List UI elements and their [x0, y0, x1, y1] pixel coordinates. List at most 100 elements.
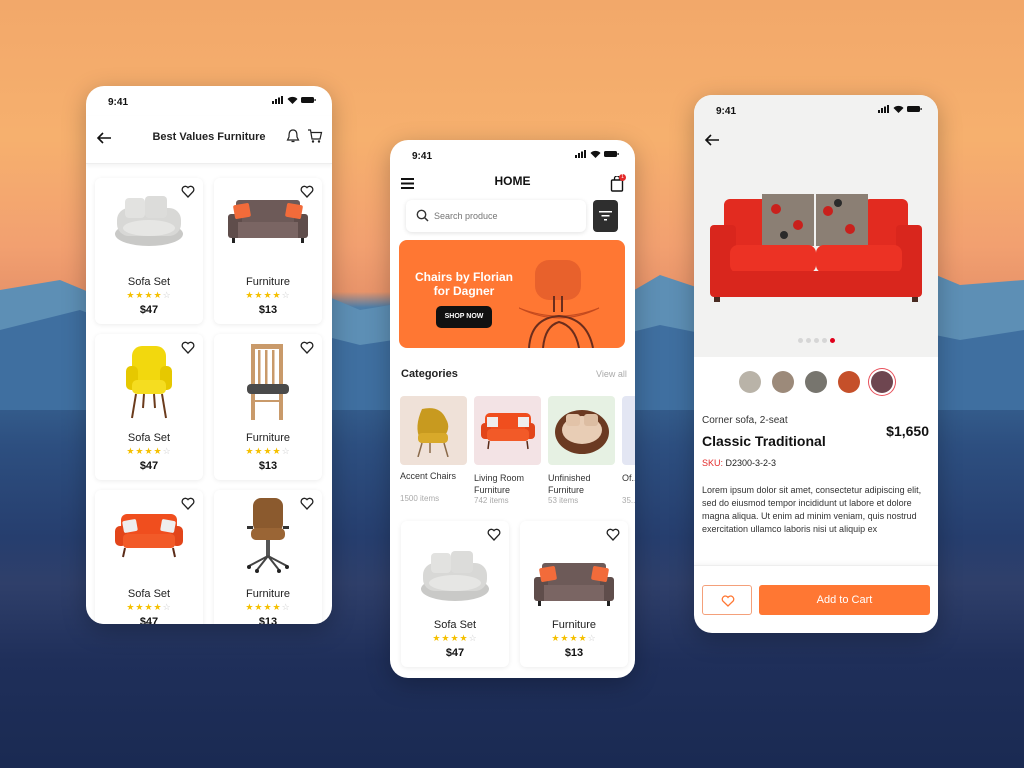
status-icons: [878, 105, 922, 113]
product-price: $13: [258, 616, 278, 624]
wifi-icon: [590, 150, 601, 158]
wifi-icon: [287, 96, 298, 104]
carousel-dot[interactable]: [821, 338, 827, 343]
carousel-dot[interactable]: [797, 338, 803, 343]
star-rating: ★★★★☆: [245, 290, 291, 300]
carousel-dots: [694, 338, 938, 343]
category-item[interactable]: Unfinished Furniture 53 items: [548, 396, 615, 516]
product-name: Sofa Set: [433, 619, 477, 631]
star-rating: ★★★★☆: [551, 633, 597, 643]
product-price: $47: [139, 616, 159, 624]
add-to-cart-button[interactable]: Add to Cart: [759, 585, 930, 615]
shopping-bag-button[interactable]: 1: [610, 174, 626, 192]
phone-screen-product-detail: 9:41 Corner sofa, 2-seat Classic Traditi…: [694, 95, 938, 633]
color-swatch[interactable]: [772, 371, 794, 393]
heart-icon: [721, 595, 735, 607]
phone-screen-product-list: 9:41 Best Values Furniture Sofa Set ★★★★☆…: [86, 86, 332, 624]
battery-icon: [907, 106, 922, 112]
color-swatch[interactable]: [739, 371, 761, 393]
product-price: $1,650: [886, 423, 929, 439]
filter-button[interactable]: [593, 200, 618, 232]
product-name: Furniture: [245, 276, 291, 288]
product-card[interactable]: Sofa Set ★★★★☆ $47: [95, 334, 203, 480]
product-price: $47: [139, 460, 159, 472]
category-thumbnail: [400, 396, 467, 465]
product-name: Sofa Set: [127, 588, 171, 600]
color-swatch[interactable]: [805, 371, 827, 393]
filter-icon: [599, 211, 612, 221]
category-name: Accent Chairs: [400, 471, 457, 481]
sku-label: SKU:: [702, 458, 724, 468]
carousel-dot[interactable]: [805, 338, 811, 343]
star-rating: ★★★★☆: [245, 602, 291, 612]
product-image: [95, 510, 203, 565]
product-name: Sofa Set: [127, 276, 171, 288]
favorite-heart-icon[interactable]: [606, 528, 620, 542]
star-rating: ★★★★☆: [126, 290, 172, 300]
back-arrow-icon[interactable]: [704, 133, 720, 147]
banner-title: Chairs by Florian for Dagner: [414, 270, 514, 298]
carousel-dot[interactable]: [813, 338, 819, 343]
category-item[interactable]: Of... 35...: [622, 396, 635, 516]
cart-icon[interactable]: [307, 128, 323, 144]
product-price: $13: [258, 460, 278, 472]
signal-icon: [575, 150, 586, 158]
product-card[interactable]: Sofa Set ★★★★☆ $47: [95, 178, 203, 324]
product-card[interactable]: Furniture ★★★★☆ $13: [520, 521, 628, 667]
view-all-link[interactable]: View all: [596, 369, 627, 379]
category-thumbnail: [548, 396, 615, 465]
status-time: 9:41: [108, 97, 129, 108]
promo-banner[interactable]: Chairs by Florian for Dagner SHOP NOW: [399, 240, 625, 348]
product-card[interactable]: Sofa Set ★★★★☆ $47: [95, 490, 203, 624]
status-time: 9:41: [716, 106, 737, 117]
status-bar: 9:41: [694, 95, 938, 125]
product-image: [214, 496, 322, 579]
product-card[interactable]: Furniture ★★★★☆ $13: [214, 334, 322, 480]
product-image: [214, 194, 322, 251]
categories-heading: Categories: [401, 368, 458, 380]
status-icons: [575, 150, 619, 158]
color-swatch[interactable]: [838, 371, 860, 393]
product-card[interactable]: Sofa Set ★★★★☆ $47: [401, 521, 509, 667]
wifi-icon: [893, 105, 904, 113]
product-price: $47: [445, 647, 465, 659]
category-name: Of...: [622, 473, 635, 483]
category-count: 742 items: [474, 496, 509, 505]
product-price: $13: [564, 647, 584, 659]
product-card[interactable]: Furniture ★★★★☆ $13: [214, 490, 322, 624]
banner-chair-image: [519, 260, 600, 348]
product-image: [95, 344, 203, 425]
star-rating: ★★★★☆: [126, 602, 172, 612]
category-count: 35...: [622, 496, 635, 505]
product-name: Furniture: [245, 588, 291, 600]
product-price: $13: [258, 304, 278, 316]
sku-value: D2300-3-2-3: [725, 458, 777, 468]
favorite-heart-icon[interactable]: [487, 528, 501, 542]
shop-now-button[interactable]: SHOP NOW: [436, 306, 492, 328]
category-item[interactable]: Living Room Furniture 742 items: [474, 396, 541, 516]
status-time: 9:41: [412, 151, 433, 162]
favorite-heart-icon[interactable]: [181, 497, 195, 511]
category-thumbnail: [474, 396, 541, 465]
signal-icon: [878, 105, 889, 113]
star-rating: ★★★★☆: [245, 446, 291, 456]
star-rating: ★★★★☆: [432, 633, 478, 643]
carousel-dot-active[interactable]: [829, 338, 835, 343]
search-input[interactable]: [434, 208, 579, 224]
wishlist-button[interactable]: [702, 585, 752, 615]
status-icons: [272, 96, 316, 104]
category-name: Living Room Furniture: [474, 473, 525, 495]
star-rating: ★★★★☆: [126, 446, 172, 456]
category-item[interactable]: Accent Chairs 1500 items: [400, 396, 467, 516]
list-header: Best Values Furniture: [86, 116, 332, 164]
product-description: Lorem ipsum dolor sit amet, consectetur …: [702, 485, 922, 534]
product-price: $47: [139, 304, 159, 316]
bell-icon[interactable]: [286, 128, 300, 144]
product-card[interactable]: Furniture ★★★★☆ $13: [214, 178, 322, 324]
color-swatch[interactable]: [871, 371, 893, 393]
phone-screen-home: 9:41 HOME 1 Chairs by Florian for Dagner…: [390, 140, 635, 678]
search-bar[interactable]: [406, 200, 586, 232]
color-swatches: [694, 371, 938, 393]
product-image: [520, 557, 628, 614]
category-name: Unfinished Furniture: [548, 473, 591, 495]
